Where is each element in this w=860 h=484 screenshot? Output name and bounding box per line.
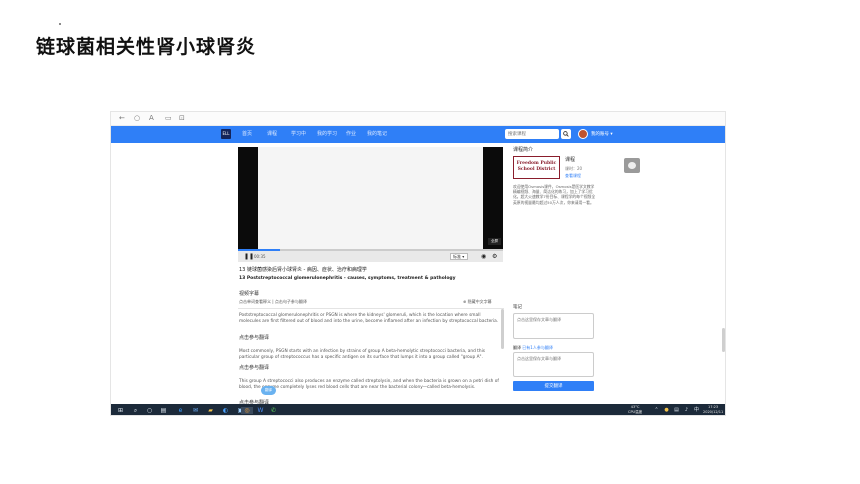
video-time: 00:35: [254, 254, 266, 259]
translate-count-link[interactable]: 已有1人参与翻译: [522, 345, 553, 350]
fullscreen-button[interactable]: 全屏: [488, 238, 501, 245]
site-logo[interactable]: ELL: [221, 129, 231, 139]
mail-icon[interactable]: ✉: [192, 407, 199, 414]
bookmark-icon[interactable]: ⊡: [179, 114, 185, 123]
browser-toolbar: ← ○ A ▭ ⊡: [111, 112, 725, 126]
explorer-icon[interactable]: ▰: [207, 407, 214, 414]
quality-select[interactable]: 标准 ▾: [450, 253, 468, 260]
course-name: 课程: [565, 157, 576, 163]
note-input[interactable]: [513, 313, 594, 339]
floating-tool-icon[interactable]: [624, 158, 640, 173]
search-icon[interactable]: [561, 129, 571, 139]
translate-label: 翻译 已有1人参与翻译: [513, 345, 553, 350]
translate-link[interactable]: 点击参与翻译: [239, 335, 269, 342]
course-panel-title: 课程简介: [513, 147, 534, 153]
edge-icon[interactable]: e: [177, 407, 184, 414]
taskview-icon[interactable]: ▤: [160, 407, 167, 414]
transcript-sentence[interactable]: Most commonly, PSGN starts with an infec…: [239, 349, 501, 361]
network-icon[interactable]: ▤: [673, 407, 680, 414]
page-scrollbar[interactable]: [722, 328, 725, 352]
course-meta: 课时：20: [565, 166, 583, 171]
nav-item-notes[interactable]: 我的笔记: [367, 130, 387, 138]
pause-icon[interactable]: ❚❚: [244, 252, 254, 261]
cortana-icon[interactable]: ○: [146, 407, 153, 414]
tray-chevron-icon[interactable]: ⌃: [653, 407, 660, 414]
browser-screenshot: ← ○ A ▭ ⊡ ELL 首页 课程 学习中 我的学习 作业 我的笔记 我的账…: [110, 111, 726, 416]
transcript-sentence[interactable]: Poststreptococcal glomerulonephritis or …: [239, 313, 501, 325]
translate-tooltip[interactable]: 翻译: [261, 386, 276, 395]
search-icon[interactable]: ⌕: [132, 407, 139, 414]
course-description: 欢迎使用Osmosis课件，Osmosis是医学文教学精编视频、海量、简洁化的练…: [513, 184, 596, 205]
clock[interactable]: 17:23 2020/12/11: [703, 405, 723, 415]
transcript-list: Poststreptococcal glomerulonephritis or …: [238, 308, 504, 415]
chrome-icon[interactable]: ◎: [241, 407, 253, 414]
tray-app-icon[interactable]: ●: [663, 407, 670, 414]
nav-item-homework[interactable]: 作业: [346, 130, 356, 138]
back-icon[interactable]: ←: [119, 114, 125, 123]
video-letterbox-left: [238, 147, 258, 261]
slide: 链球菌相关性肾小球肾炎 ← ○ A ▭ ⊡ ELL 首页 课程 学习中 我的学习…: [0, 0, 860, 484]
nav-item-courses[interactable]: 课程: [267, 130, 277, 138]
transcript-scrollbar[interactable]: [501, 309, 504, 349]
avatar[interactable]: [578, 129, 588, 139]
tabs-icon[interactable]: ▭: [165, 114, 172, 123]
lesson-title-cn: 13 链球菌感染后肾小球肾炎 - 病因、症状、治疗和病理学: [239, 267, 367, 273]
slide-dot: [59, 23, 61, 25]
lesson-title-en: 13 Poststreptococcal glomerulonephritis …: [239, 276, 456, 281]
subtitles-heading: 视频字幕: [239, 291, 260, 297]
video-player[interactable]: [238, 147, 503, 261]
edge-browser-icon[interactable]: ◐: [222, 407, 229, 414]
translate-link[interactable]: 点击参与翻译: [239, 365, 269, 372]
settings-icon[interactable]: ⚙: [492, 252, 497, 261]
submit-translation-button[interactable]: 提交翻译: [513, 381, 594, 391]
transcript-sentence[interactable]: This group A streptococci also produces …: [239, 379, 501, 391]
nav-item-my-study[interactable]: 我的学习: [317, 130, 337, 138]
windows-taskbar: ⊞ ⌕ ○ ▤ e ✉ ▰ ◐ ▣ ◎ W ✆ 43°CCPU温度 ⌃ ● ▤ …: [111, 404, 725, 415]
nav-item-learning[interactable]: 学习中: [291, 130, 306, 138]
search-input[interactable]: [505, 129, 559, 139]
volume-icon[interactable]: ◉: [481, 252, 486, 261]
ime-icon[interactable]: 中: [693, 407, 700, 414]
windows-icon[interactable]: ⊞: [117, 407, 124, 414]
note-label: 笔记: [513, 305, 522, 310]
volume-tray-icon[interactable]: ♪: [683, 407, 690, 414]
top-navbar: ELL 首页 课程 学习中 我的学习 作业 我的笔记 我的账号 ▾: [111, 126, 725, 143]
nav-item-home[interactable]: 首页: [242, 130, 252, 138]
cpu-temp: 43°C CPU温度: [628, 405, 643, 414]
hide-subtitle-link[interactable]: ⊕ 隐藏中文字幕: [463, 299, 492, 305]
wechat-icon[interactable]: ✆: [270, 407, 277, 414]
translate-input[interactable]: [513, 352, 594, 377]
username[interactable]: 我的账号 ▾: [591, 131, 613, 138]
view-course-link[interactable]: 查看课程: [565, 173, 581, 179]
subtitles-mode-hint: 点击单词查看释义 | 点击句子参与翻译: [239, 299, 307, 304]
course-thumbnail[interactable]: Freedom Public School District: [513, 156, 560, 179]
word-icon[interactable]: W: [257, 407, 264, 414]
slide-title: 链球菌相关性肾小球肾炎: [36, 36, 257, 58]
home-icon[interactable]: A: [149, 114, 154, 123]
video-frame[interactable]: [258, 147, 483, 261]
refresh-icon[interactable]: ○: [134, 114, 140, 123]
